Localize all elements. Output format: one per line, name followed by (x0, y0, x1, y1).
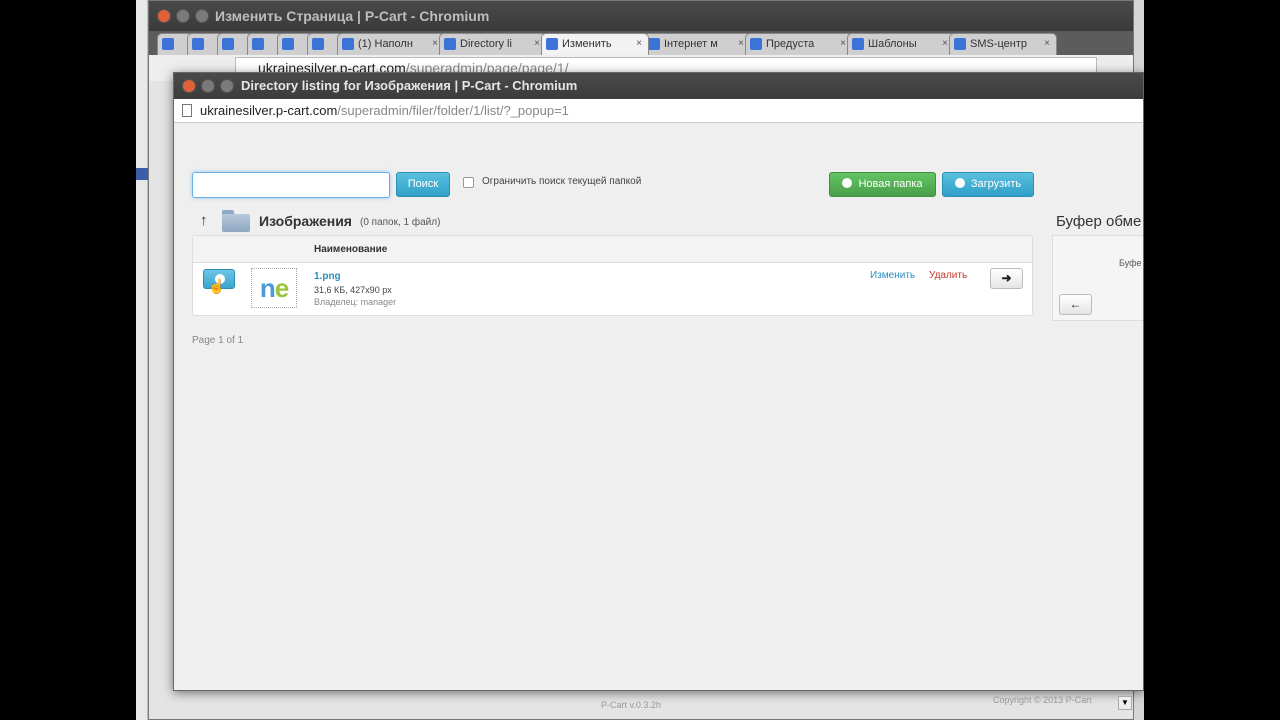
bg-window-titlebar: Изменить Страница | P-Cart - Chromium (149, 1, 1133, 31)
tab-favicon-icon (252, 38, 264, 50)
clipboard-text: Буфе (1119, 258, 1142, 268)
bg-tab-label: Изменить (562, 38, 612, 50)
upload-label: Загрузить (970, 178, 1022, 190)
column-name-header: Наименование (314, 244, 388, 255)
tab-favicon-icon (750, 38, 762, 50)
folder-meta: (0 папок, 1 файл) (360, 217, 441, 228)
table-header: Наименование (193, 236, 1032, 263)
bg-tab[interactable]: Изменить × (541, 33, 649, 55)
bg-tab-strip: (1) Наполн × Directory li × Изменить × Інтерне… (149, 31, 1133, 55)
tab-favicon-icon (342, 38, 354, 50)
up-arrow-icon[interactable]: ↑ (200, 212, 208, 229)
tab-favicon-icon (648, 38, 660, 50)
popup-address-bar[interactable]: ukrainesilver.p-cart.com/superadmin/file… (174, 99, 1143, 123)
tab-favicon-icon (312, 38, 324, 50)
bg-window-title: Изменить Страница | P-Cart - Chromium (215, 8, 490, 24)
tab-close-icon[interactable]: × (738, 34, 744, 54)
move-to-clipboard-button[interactable]: ➜ (990, 268, 1023, 289)
search-button[interactable]: Поиск (396, 172, 450, 197)
bg-tab-label: Шаблоны (868, 38, 917, 50)
tab-favicon-icon (546, 38, 558, 50)
hand-cursor-icon: ☝ (208, 278, 226, 294)
tab-favicon-icon (852, 38, 864, 50)
bg-tab[interactable]: (1) Наполн × (337, 33, 445, 55)
bg-tab-label: Інтернет м (664, 38, 718, 50)
bg-minimize-button[interactable] (176, 9, 190, 23)
tab-close-icon[interactable]: × (636, 34, 642, 54)
file-owner: Владелец: manager (314, 297, 397, 307)
table-row: ☝ ne 1.png 31,6 КБ, 427x90 px Владелец: … (193, 263, 1032, 316)
tab-close-icon[interactable]: × (1044, 34, 1050, 54)
clipboard-back-button[interactable]: ← (1059, 294, 1092, 315)
screen: Изменить Страница | P-Cart - Chromium (1… (136, 0, 1144, 720)
tab-close-icon[interactable]: × (942, 34, 948, 54)
folder-icon (222, 210, 250, 232)
popup-titlebar: Directory listing for Изображения | P-Ca… (174, 73, 1143, 99)
upload-circle-icon (954, 178, 965, 188)
bg-tab-label: Предуста (766, 38, 815, 50)
folder-title: Изображения (259, 213, 352, 229)
limit-search-label: Ограничить поиск текущей папкой (482, 176, 642, 187)
file-size: 31,6 КБ, 427x90 px (314, 285, 392, 295)
pagination-text: Page 1 of 1 (192, 335, 244, 346)
tab-favicon-icon (192, 38, 204, 50)
tab-favicon-icon (162, 38, 174, 50)
bg-tab-label: SMS-центр (970, 38, 1028, 50)
delete-file-link[interactable]: Удалить (929, 270, 967, 281)
bg-tab[interactable]: Предуста × (745, 33, 853, 55)
bg-close-button[interactable] (157, 9, 171, 23)
bg-tab[interactable]: SMS-центр × (949, 33, 1057, 55)
limit-search-checkbox[interactable] (463, 177, 474, 188)
edit-file-link[interactable]: Изменить (870, 270, 915, 281)
bg-tab[interactable]: Інтернет м × (643, 33, 751, 55)
tab-favicon-icon (954, 38, 966, 50)
file-name-link[interactable]: 1.png (314, 271, 341, 282)
popup-window: Directory listing for Изображения | P-Ca… (173, 72, 1144, 691)
bg-tab-label: Directory li (460, 38, 512, 50)
page-icon (182, 104, 192, 117)
scroll-down-arrow[interactable]: ▼ (1118, 696, 1132, 710)
upload-button[interactable]: Загрузить (942, 172, 1034, 197)
tab-favicon-icon (444, 38, 456, 50)
file-thumbnail[interactable]: ne (251, 268, 297, 308)
plus-circle-icon (842, 178, 853, 188)
file-table: Наименование ☝ ne 1.png 31,6 КБ, 427x90 … (192, 235, 1033, 316)
popup-url-host: ukrainesilver.p-cart.com (200, 103, 338, 118)
popup-url-path: /superadmin/filer/folder/1/list/?_popup=… (337, 103, 569, 118)
bg-tab[interactable]: Шаблоны × (847, 33, 955, 55)
tab-favicon-icon (222, 38, 234, 50)
clipboard-panel: Буфе ← (1052, 235, 1143, 321)
tab-favicon-icon (282, 38, 294, 50)
bg-tab-label: (1) Наполн (358, 38, 413, 50)
tab-close-icon[interactable]: × (432, 34, 438, 54)
clipboard-title: Буфер обме (1056, 213, 1142, 230)
desktop-block (136, 168, 148, 180)
popup-title: Directory listing for Изображения | P-Ca… (241, 78, 578, 93)
version-text: P-Cart v.0.3.2h (601, 700, 661, 710)
filer-content: Поиск Ограничить поиск текущей папкой Но… (174, 124, 1143, 690)
desktop-left-strip (136, 0, 148, 720)
bg-maximize-button[interactable] (195, 9, 209, 23)
tab-close-icon[interactable]: × (840, 34, 846, 54)
tab-close-icon[interactable]: × (534, 34, 540, 54)
popup-close-button[interactable] (182, 79, 196, 93)
new-folder-label: Новая папка (858, 178, 923, 190)
copyright-text: Copyright © 2013 P-Cart (993, 695, 1092, 705)
popup-maximize-button[interactable] (220, 79, 234, 93)
popup-minimize-button[interactable] (201, 79, 215, 93)
bg-tab[interactable]: Directory li × (439, 33, 547, 55)
new-folder-button[interactable]: Новая папка (829, 172, 936, 197)
search-input[interactable] (192, 172, 390, 198)
